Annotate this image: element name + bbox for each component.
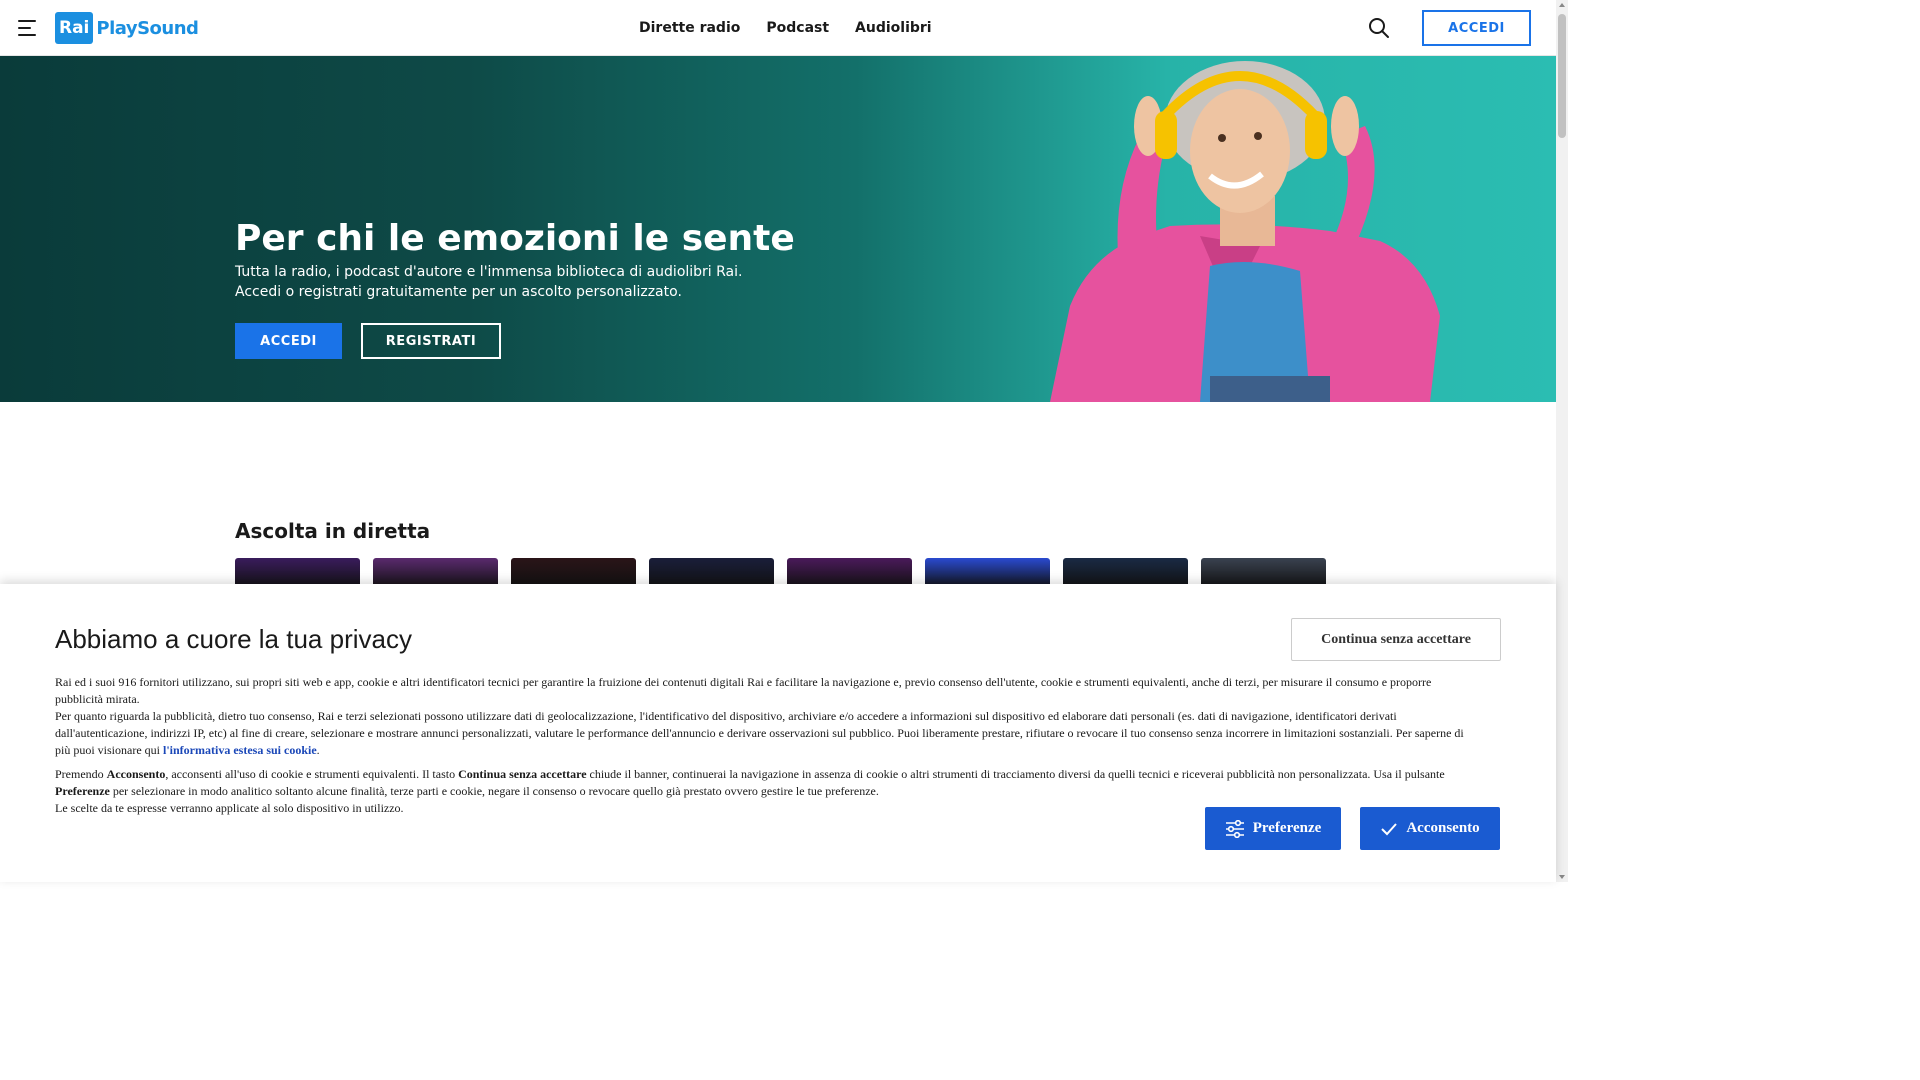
search-icon[interactable] [1368,17,1390,39]
scroll-down-icon[interactable] [1559,875,1565,879]
nav-audiolibri[interactable]: Audiolibri [855,20,932,36]
main-nav: Dirette radio Podcast Audiolibri [639,0,932,56]
page-scrollbar[interactable] [1556,0,1568,882]
preferences-label: Preferenze [1252,820,1322,836]
hero-subtitle-line-1: Tutta la radio, i podcast d'autore e l'i… [235,264,743,280]
nav-podcast[interactable]: Podcast [766,20,829,36]
hero-register-button[interactable]: REGISTRATI [361,323,501,359]
hero-title: Per chi le emozioni le sente [235,218,795,259]
top-header: Rai PlaySound Dirette radio Podcast Audi… [0,0,1556,56]
cookie-title: Abbiamo a cuore la tua privacy [55,624,412,654]
cookie-policy-link[interactable]: l'informativa estesa sui cookie [163,743,317,757]
cookie-text-3g: per selezionare in modo analitico soltan… [112,784,879,798]
accept-label: Acconsento [1406,820,1480,836]
hero-banner: Per chi le emozioni le sente Tutta la ra… [0,56,1556,402]
cookie-text-1: Rai ed i suoi 916 fornitori utilizzano, … [55,675,1432,706]
live-section-title: Ascolta in diretta [235,519,431,543]
sliders-icon [1225,819,1244,838]
cookie-text-3d: Continua senza accettare [458,767,587,781]
cookie-text-3a: Premendo [55,767,104,781]
hero-subtitle-line-2: Accedi o registrati gratuitamente per un… [235,284,682,300]
cookie-text-4: Le scelte da te espresse verranno applic… [55,801,404,815]
scrollbar-thumb[interactable] [1558,14,1566,138]
continue-without-accepting-button[interactable]: Continua senza accettare [1291,618,1501,661]
accept-button[interactable]: Acconsento [1360,807,1500,850]
cookie-text-3f: Preferenze [55,784,110,798]
header-login-button[interactable]: ACCEDI [1422,10,1531,46]
nav-dirette-radio[interactable]: Dirette radio [639,20,740,36]
cookie-text-3c: , acconsenti all'uso di cookie e strumen… [165,767,456,781]
raiplaysound-logo[interactable]: Rai PlaySound [55,12,199,44]
cookie-paragraph-1: Rai ed i suoi 916 fornitori utilizzano, … [55,675,1464,757]
hero-login-button[interactable]: ACCEDI [235,323,342,359]
hero-woman-headphones-image [1050,61,1440,402]
cookie-text-3e: chiude il banner, continuerai la navigaz… [589,767,1445,781]
cookie-description: Rai ed i suoi 916 fornitori utilizzano, … [55,674,1475,824]
logo-playsound: PlaySound [96,17,199,39]
scroll-up-icon[interactable] [1559,3,1565,7]
cookie-consent-banner: Abbiamo a cuore la tua privacy Continua … [0,584,1556,882]
preferences-button[interactable]: Preferenze [1205,807,1341,850]
logo-rai: Rai [55,12,94,44]
menu-icon[interactable] [18,18,38,38]
hero-subtitle: Tutta la radio, i podcast d'autore e l'i… [235,262,742,302]
checkmark-icon [1381,822,1398,835]
cookie-text-3b: Acconsento [106,767,166,781]
